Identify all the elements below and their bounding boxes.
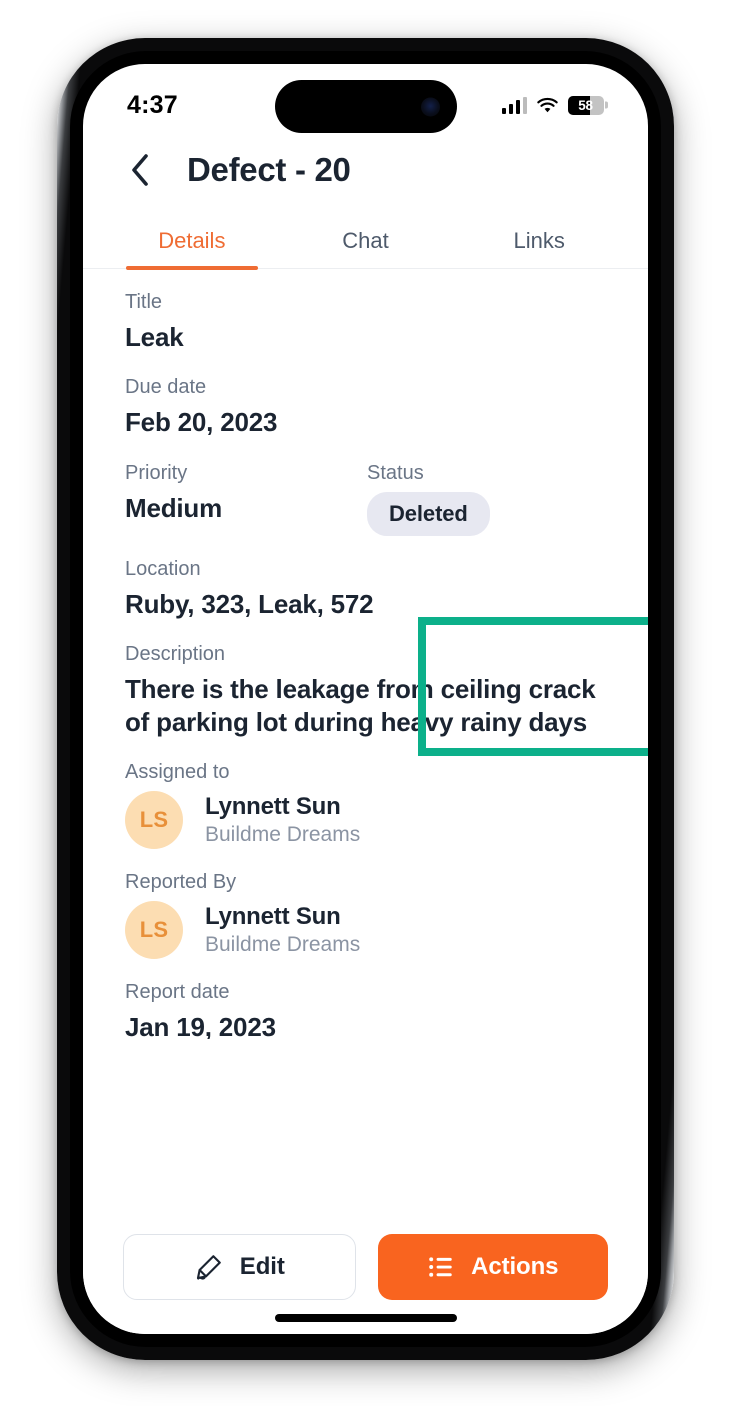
field-label-location: Location xyxy=(125,557,201,580)
field-due-date: Due date Feb 20, 2023 xyxy=(125,376,606,439)
screenshot-canvas: 4:37 58 Defect - 20 Details Chat Links T… xyxy=(0,0,730,1406)
reported-by-name: Lynnett Sun xyxy=(205,902,341,930)
reported-by-person: LS Lynnett Sun Buildme Dreams xyxy=(125,901,606,960)
status-bar-clock: 4:37 xyxy=(127,90,178,119)
field-value-location: Ruby, 323, Leak, 572 xyxy=(125,588,374,619)
tab-links[interactable]: Links xyxy=(452,208,626,268)
front-camera-icon xyxy=(420,97,440,116)
edit-button-label: Edit xyxy=(239,1253,285,1280)
actions-button[interactable]: Actions xyxy=(377,1234,608,1300)
field-value-description: There is the leakage from ceiling crack … xyxy=(125,673,596,738)
field-reported-by: Reported By LS Lynnett Sun Buildme Dream… xyxy=(125,871,606,960)
assigned-to-org: Buildme Dreams xyxy=(205,823,361,847)
chevron-left-icon xyxy=(132,154,148,186)
home-indicator[interactable] xyxy=(274,1314,457,1322)
field-label-title: Title xyxy=(125,291,163,313)
field-value-title: Leak xyxy=(125,322,184,352)
details-content[interactable]: Title Leak Due date Feb 20, 2023 Priorit… xyxy=(83,269,648,1039)
field-label-report-date: Report date xyxy=(125,981,230,1004)
field-value-priority: Medium xyxy=(125,492,223,523)
tab-details[interactable]: Details xyxy=(105,208,279,270)
tab-chat[interactable]: Chat xyxy=(279,208,453,268)
reported-by-meta: Lynnett Sun Buildme Dreams xyxy=(205,903,360,958)
phone-screen: 4:37 58 Defect - 20 Details Chat Links T… xyxy=(83,64,648,1334)
field-label-reported-by: Reported By xyxy=(125,871,237,894)
assigned-to-name: Lynnett Sun xyxy=(205,792,341,820)
reported-by-org: Buildme Dreams xyxy=(205,933,361,957)
phone-device-frame: 4:37 58 Defect - 20 Details Chat Links T… xyxy=(57,38,674,1360)
status-badge: Deleted xyxy=(367,491,490,536)
assigned-to-meta: Lynnett Sun Buildme Dreams xyxy=(205,793,360,848)
pencil-icon xyxy=(196,1255,221,1280)
list-icon xyxy=(429,1257,452,1277)
dynamic-island xyxy=(274,80,457,133)
priority-status-row: Priority Medium Status Deleted xyxy=(125,462,606,536)
avatar: LS xyxy=(125,901,183,960)
wifi-icon xyxy=(537,97,558,112)
status-bar: 4:37 58 xyxy=(83,64,648,133)
field-report-date: Report date Jan 19, 2023 xyxy=(125,981,606,1039)
field-location: Location Ruby, 323, Leak, 572 xyxy=(125,558,606,621)
assigned-to-person: LS Lynnett Sun Buildme Dreams xyxy=(125,791,606,850)
field-value-report-date: Jan 19, 2023 xyxy=(125,1012,276,1039)
field-title: Title Leak xyxy=(125,291,606,354)
battery-nub xyxy=(605,101,608,109)
actions-button-label: Actions xyxy=(471,1253,559,1280)
field-status: Status Deleted xyxy=(367,462,606,536)
field-description: Description There is the leakage from ce… xyxy=(125,643,606,740)
field-label-due-date: Due date xyxy=(125,376,207,399)
tab-bar: Details Chat Links xyxy=(83,208,648,270)
battery-icon: 58 xyxy=(568,95,608,115)
back-button[interactable] xyxy=(123,153,157,187)
field-label-assigned-to: Assigned to xyxy=(125,761,230,784)
avatar: LS xyxy=(125,791,183,850)
field-label-priority: Priority xyxy=(125,461,188,484)
cellular-signal-icon xyxy=(501,96,527,114)
field-label-status: Status xyxy=(367,461,424,484)
edit-button[interactable]: Edit xyxy=(123,1234,356,1300)
field-value-due-date: Feb 20, 2023 xyxy=(125,407,278,438)
navigation-header: Defect - 20 xyxy=(83,132,648,208)
battery-level-label: 58 xyxy=(578,97,593,113)
field-assigned-to: Assigned to LS Lynnett Sun Buildme Dream… xyxy=(125,761,606,850)
field-label-description: Description xyxy=(125,642,226,665)
page-title: Defect - 20 xyxy=(187,151,351,188)
status-bar-indicators: 58 xyxy=(501,95,608,115)
field-priority: Priority Medium xyxy=(125,462,367,525)
